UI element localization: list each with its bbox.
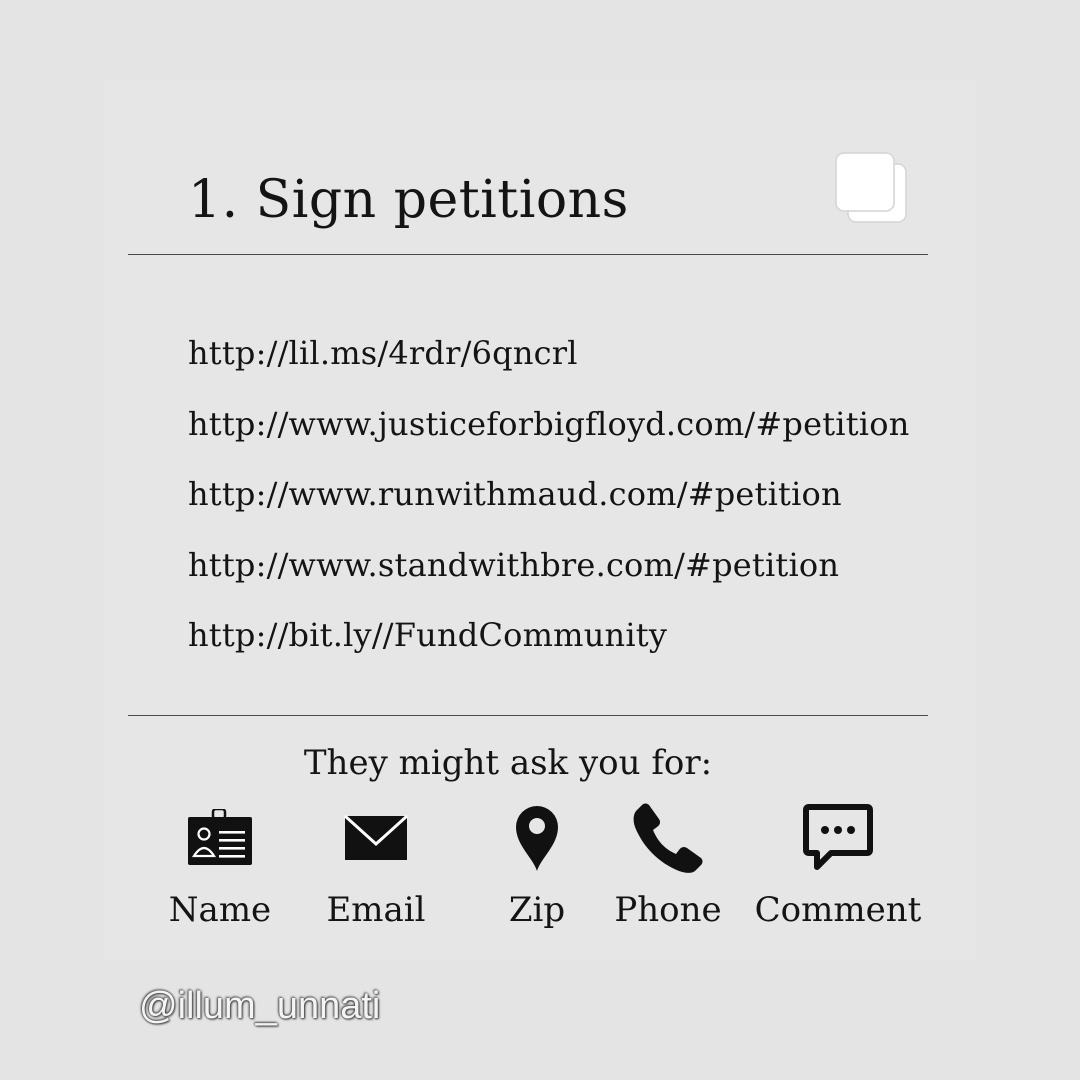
ask-label: They might ask you for: — [303, 743, 713, 783]
petition-link[interactable]: http://www.standwithbre.com/#petition — [188, 530, 910, 601]
id-badge-icon — [182, 800, 258, 876]
field-phone: Phone — [583, 800, 753, 940]
page-title: 1. Sign petitions — [188, 170, 629, 230]
field-label: Email — [326, 890, 426, 930]
petition-link[interactable]: http://www.justiceforbigfloyd.com/#petit… — [188, 389, 910, 460]
field-email: Email — [291, 800, 461, 940]
field-label: Name — [168, 890, 272, 930]
field-comment: Comment — [753, 800, 923, 940]
petition-link[interactable]: http://bit.ly//FundCommunity — [188, 600, 910, 671]
map-pin-icon — [499, 800, 575, 876]
field-label: Phone — [614, 890, 722, 930]
petition-link[interactable]: http://lil.ms/4rdr/6qncrl — [188, 318, 910, 389]
divider-bottom — [128, 715, 928, 716]
requested-fields: Name Email Zip Phone Comment — [0, 800, 1080, 940]
envelope-icon — [338, 800, 414, 876]
petition-link[interactable]: http://www.runwithmaud.com/#petition — [188, 459, 910, 530]
multiple-pages-icon — [832, 150, 912, 230]
field-label: Comment — [754, 890, 922, 930]
watermark-handle: @illum_unnati — [139, 985, 381, 1027]
phone-icon — [630, 800, 706, 876]
speech-bubble-icon — [800, 800, 876, 876]
petition-link-list: http://lil.ms/4rdr/6qncrl http://www.jus… — [188, 318, 910, 671]
divider-top — [128, 254, 928, 255]
field-name: Name — [135, 800, 305, 940]
